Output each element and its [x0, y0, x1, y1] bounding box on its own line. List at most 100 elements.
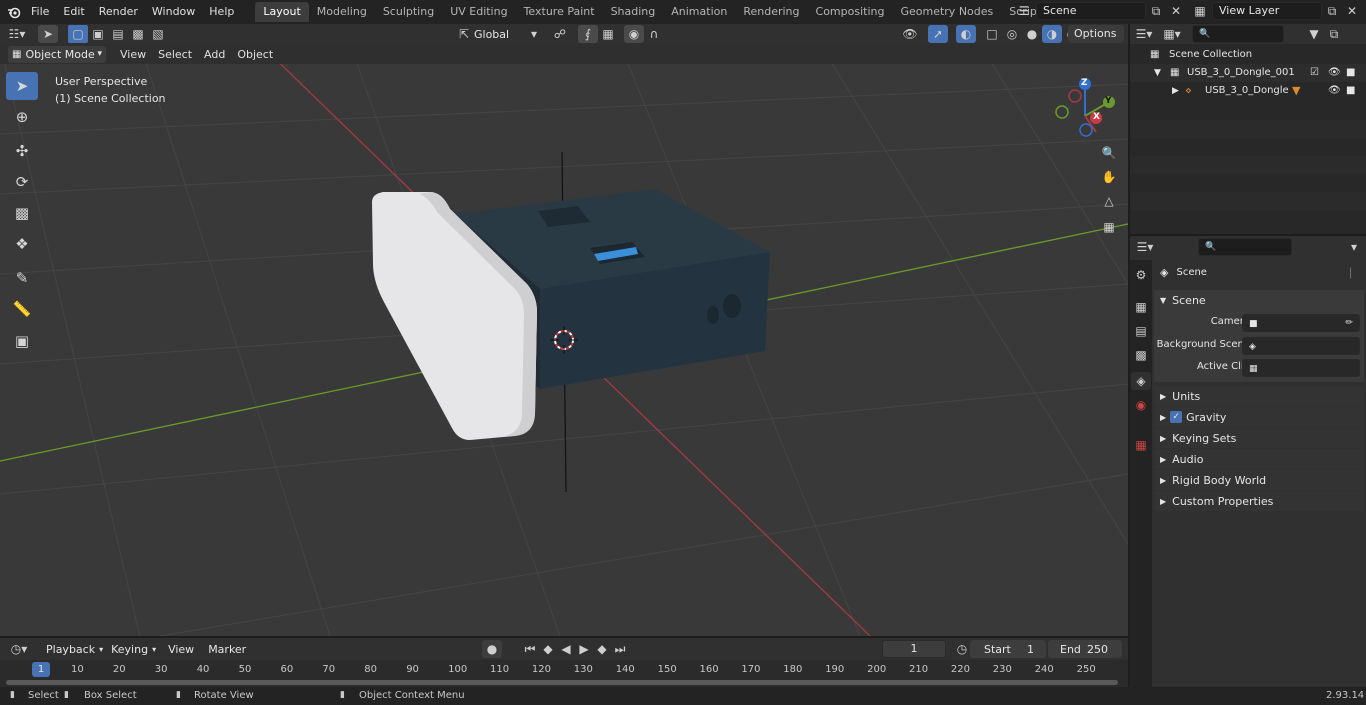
menu-marker[interactable]: Marker	[204, 643, 250, 656]
current-frame-field[interactable]: 1	[882, 640, 946, 658]
checkbox-icon[interactable]: ☑	[1310, 64, 1319, 82]
subpanel-units[interactable]: ▶ Units	[1154, 386, 1364, 406]
active-clip-field[interactable]: ▦	[1242, 359, 1360, 377]
cursor-tool-icon[interactable]: ⊕	[6, 103, 38, 131]
play-icon[interactable]: ▶	[574, 640, 594, 658]
outliner-row-collection[interactable]: ▼ ▦ USB_3_0_Dongle_001 ☑ 👁 ■	[1130, 64, 1366, 82]
gizmo-toggle-icon[interactable]: ➚	[928, 25, 948, 43]
annotate-tool-icon[interactable]: ✎	[6, 264, 38, 292]
output-tab-icon[interactable]: ▤	[1131, 322, 1151, 340]
subpanel-keying-sets[interactable]: ▶ Keying Sets	[1154, 428, 1364, 448]
menu-window[interactable]: Window	[145, 1, 202, 23]
camera-icon[interactable]: ■	[1346, 82, 1355, 100]
prev-keyframe-icon[interactable]: ◆	[538, 640, 558, 658]
scene-icon[interactable]: ☰	[1012, 2, 1036, 20]
subpanel-rigid-body-world[interactable]: ▶ Rigid Body World	[1154, 470, 1364, 490]
camera-icon[interactable]: ■	[1346, 64, 1355, 82]
falloff-icon[interactable]: ∩	[644, 25, 664, 43]
wireframe-shading-icon[interactable]: ◎	[1002, 25, 1022, 43]
chevron-down-icon[interactable]: ▾	[524, 25, 544, 43]
select-mode-extend-icon[interactable]: ▣	[88, 25, 108, 43]
jump-start-icon[interactable]: ⏮	[520, 640, 540, 658]
options-dropdown[interactable]: Options	[1068, 25, 1124, 43]
xray-toggle-icon[interactable]: □	[982, 25, 1002, 43]
measure-tool-icon[interactable]: 📏	[6, 295, 38, 323]
new-scene-icon[interactable]: ⧉	[1146, 2, 1166, 20]
constraint-icon[interactable]: ▼	[1292, 82, 1300, 100]
zoom-icon[interactable]: 🔍	[1098, 142, 1120, 164]
tab-texture-paint[interactable]: Texture Paint	[516, 2, 603, 22]
menu-view[interactable]: View	[164, 643, 198, 656]
jump-end-icon[interactable]: ⏭	[610, 640, 630, 658]
play-reverse-icon[interactable]: ◀	[556, 640, 576, 658]
next-keyframe-icon[interactable]: ◆	[592, 640, 612, 658]
view-layer-field[interactable]: View Layer	[1212, 2, 1322, 20]
select-mode-intersect-icon[interactable]: ▧	[148, 25, 168, 43]
transform-tool-icon[interactable]: ❖	[6, 230, 38, 258]
tab-uv-editing[interactable]: UV Editing	[442, 2, 515, 22]
start-frame-field[interactable]: Start 1	[970, 640, 1046, 658]
display-mode-icon[interactable]: ▦▾	[1158, 25, 1186, 43]
scale-tool-icon[interactable]: ▩	[6, 199, 38, 227]
tab-shading[interactable]: Shading	[603, 2, 664, 22]
pin-icon[interactable]: ❘	[1346, 266, 1355, 279]
proportional-edit-icon[interactable]: ◉	[624, 25, 644, 43]
tab-animation[interactable]: Animation	[663, 2, 735, 22]
snap-icon[interactable]: ⨐	[578, 25, 598, 43]
gizmo-z-label[interactable]: Z	[1081, 78, 1088, 88]
pivot-point-icon[interactable]: ☍	[550, 25, 570, 43]
object-mode-dropdown[interactable]: ▦ Object Mode ▾	[8, 45, 106, 63]
expand-arrow-icon[interactable]: ▼	[1154, 64, 1161, 82]
menu-object[interactable]: Object	[231, 48, 279, 61]
world-tab-icon[interactable]: ◉	[1131, 396, 1151, 414]
timeline-scrollbar[interactable]	[6, 680, 1118, 685]
tab-modeling[interactable]: Modeling	[309, 2, 375, 22]
select-box-tool-icon[interactable]: ➤	[6, 72, 38, 100]
expand-arrow-icon[interactable]: ▶	[1172, 82, 1179, 100]
record-button-icon[interactable]: ●	[482, 640, 502, 658]
eyedropper-icon[interactable]: ✏	[1345, 315, 1353, 331]
new-view-layer-icon[interactable]: ⧉	[1322, 2, 1342, 20]
chevron-down-icon[interactable]: ▾	[1344, 238, 1364, 256]
texture-tab-icon[interactable]: ▦	[1131, 436, 1151, 454]
outliner-row-object[interactable]: ▶ ⋄ USB_3_0_Dongle ▼ 👁 ■	[1130, 82, 1366, 100]
subpanel-gravity[interactable]: ▶ ✓ Gravity	[1154, 407, 1364, 427]
transform-orientation-dropdown[interactable]: Global	[474, 28, 524, 41]
tab-compositing[interactable]: Compositing	[808, 2, 893, 22]
tab-rendering[interactable]: Rendering	[735, 2, 807, 22]
tool-tab-icon[interactable]: ⚙	[1131, 266, 1151, 284]
subpanel-custom-properties[interactable]: ▶ Custom Properties	[1154, 491, 1364, 511]
camera-field[interactable]: ■ ✏	[1242, 314, 1360, 332]
subpanel-audio[interactable]: ▶ Audio	[1154, 449, 1364, 469]
menu-add[interactable]: Add	[198, 48, 231, 61]
select-tool-icon[interactable]: ➤	[38, 25, 58, 43]
menu-render[interactable]: Render	[92, 1, 145, 23]
select-mode-subtract-icon[interactable]: ▤	[108, 25, 128, 43]
3d-viewport[interactable]: Z Y X User Perspective (1) Scene Collect…	[0, 44, 1128, 636]
preview-range-icon[interactable]: ◷	[952, 640, 972, 658]
playhead[interactable]: 1	[32, 662, 50, 677]
menu-keying[interactable]: Keying	[107, 643, 152, 656]
select-mode-difference-icon[interactable]: ▩	[128, 25, 148, 43]
eye-icon[interactable]: 👁	[1328, 64, 1341, 82]
add-cube-tool-icon[interactable]: ▣	[6, 327, 38, 355]
properties-search-input[interactable]: 🔍	[1198, 238, 1292, 256]
properties-editor-type-icon[interactable]: ☰▾	[1130, 238, 1160, 256]
material-shading-icon[interactable]: ◑	[1042, 25, 1062, 43]
tab-layout[interactable]: Layout	[255, 2, 309, 22]
view-layer-icon[interactable]: ▦	[1188, 2, 1212, 20]
outliner-editor-type-icon[interactable]: ☰▾	[1130, 25, 1158, 43]
render-tab-icon[interactable]: ▦	[1131, 298, 1151, 316]
filter-icon[interactable]: ▼	[1304, 25, 1324, 43]
new-collection-icon[interactable]: ⧉	[1324, 25, 1344, 43]
outliner-row-scene-collection[interactable]: ▦ Scene Collection	[1130, 46, 1366, 64]
scene-tab-icon[interactable]: ◈	[1131, 372, 1151, 390]
tab-sculpting[interactable]: Sculpting	[375, 2, 442, 22]
frame-ruler[interactable]: 1 10 20 30 40 50 60 70 80 90 100 110 120 130 140 150 16…	[0, 662, 1128, 678]
gravity-checkbox[interactable]: ✓	[1170, 411, 1183, 423]
rotate-tool-icon[interactable]: ⟳	[6, 168, 38, 196]
blender-logo-icon[interactable]	[4, 3, 24, 21]
outliner-search-input[interactable]: 🔍	[1192, 25, 1284, 43]
end-frame-field[interactable]: End 250	[1048, 640, 1122, 658]
visibility-icon[interactable]: 👁	[900, 25, 920, 43]
